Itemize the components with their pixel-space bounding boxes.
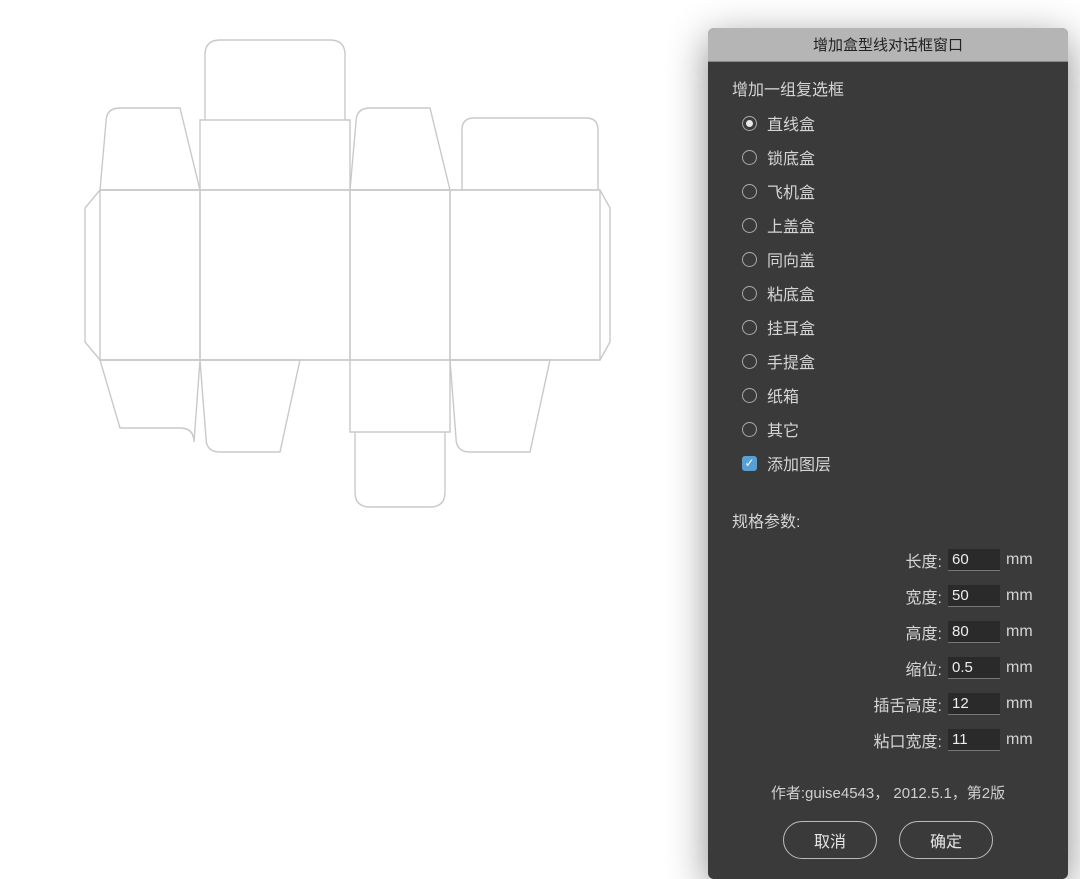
- dialog-buttons: 取消 确定: [732, 821, 1044, 859]
- box-type-option[interactable]: 手提盒: [742, 344, 1044, 378]
- length-input[interactable]: [948, 549, 1000, 571]
- box-type-option[interactable]: 挂耳盒: [742, 310, 1044, 344]
- box-type-option[interactable]: 粘底盒: [742, 276, 1044, 310]
- add-layer-option[interactable]: ✓ 添加图层: [742, 446, 1044, 480]
- box-dieline-svg: [0, 0, 720, 600]
- box-type-option[interactable]: 锁底盒: [742, 140, 1044, 174]
- box-type-label: 上盖盒: [767, 213, 815, 237]
- param-unit: mm: [1006, 587, 1044, 605]
- param-row-height: 高度: mm: [732, 614, 1044, 650]
- radio-icon: [742, 388, 757, 403]
- param-row-width: 宽度: mm: [732, 578, 1044, 614]
- param-row-inset: 缩位: mm: [732, 650, 1044, 686]
- param-label: 插舌高度:: [832, 692, 942, 716]
- radio-icon: [742, 218, 757, 233]
- params-list: 长度: mm 宽度: mm 高度: mm 缩位: mm 插舌高度: mm 粘口宽度: mm: [732, 542, 1044, 758]
- box-type-option[interactable]: 其它: [742, 412, 1044, 446]
- box-type-label: 同向盖: [767, 247, 815, 271]
- ok-button[interactable]: 确定: [899, 821, 993, 859]
- param-label: 宽度:: [832, 584, 942, 608]
- param-unit: mm: [1006, 659, 1044, 677]
- param-unit: mm: [1006, 695, 1044, 713]
- width-input[interactable]: [948, 585, 1000, 607]
- inset-input[interactable]: [948, 657, 1000, 679]
- box-type-option[interactable]: 纸箱: [742, 378, 1044, 412]
- param-row-glue_w: 粘口宽度: mm: [732, 722, 1044, 758]
- box-type-label: 飞机盒: [767, 179, 815, 203]
- checkbox-icon: ✓: [742, 456, 757, 471]
- radio-icon: [742, 150, 757, 165]
- box-type-label: 锁底盒: [767, 145, 815, 169]
- params-section-label: 规格参数:: [732, 508, 1044, 532]
- param-label: 缩位:: [832, 656, 942, 680]
- param-unit: mm: [1006, 731, 1044, 749]
- box-type-list: 直线盒锁底盒飞机盒上盖盒同向盖粘底盒挂耳盒手提盒纸箱其它 ✓ 添加图层: [732, 106, 1044, 480]
- box-type-label: 挂耳盒: [767, 315, 815, 339]
- box-type-label: 纸箱: [767, 383, 799, 407]
- param-row-length: 长度: mm: [732, 542, 1044, 578]
- param-unit: mm: [1006, 551, 1044, 569]
- radio-icon: [742, 422, 757, 437]
- box-type-option[interactable]: 直线盒: [742, 106, 1044, 140]
- cancel-button[interactable]: 取消: [783, 821, 877, 859]
- radio-icon: [742, 252, 757, 267]
- radio-icon: [742, 184, 757, 199]
- radio-icon: [742, 286, 757, 301]
- tongue_h-input[interactable]: [948, 693, 1000, 715]
- radio-icon: [742, 320, 757, 335]
- param-label: 粘口宽度:: [832, 728, 942, 752]
- add-layer-label: 添加图层: [767, 451, 831, 475]
- dialog-body: 增加一组复选框 直线盒锁底盒飞机盒上盖盒同向盖粘底盒挂耳盒手提盒纸箱其它 ✓ 添加图…: [708, 62, 1068, 879]
- box-type-option[interactable]: 飞机盒: [742, 174, 1044, 208]
- param-label: 长度:: [832, 548, 942, 572]
- param-unit: mm: [1006, 623, 1044, 641]
- radio-icon: [742, 116, 757, 131]
- canvas-dieline: [0, 0, 720, 850]
- box-type-label: 直线盒: [767, 111, 815, 135]
- box-type-label: 粘底盒: [767, 281, 815, 305]
- author-line: 作者:guise4543， 2012.5.1，第2版: [732, 782, 1044, 803]
- box-type-group-label: 增加一组复选框: [732, 76, 1044, 100]
- glue_w-input[interactable]: [948, 729, 1000, 751]
- box-type-option[interactable]: 上盖盒: [742, 208, 1044, 242]
- box-type-option[interactable]: 同向盖: [742, 242, 1044, 276]
- box-type-label: 手提盒: [767, 349, 815, 373]
- param-row-tongue_h: 插舌高度: mm: [732, 686, 1044, 722]
- radio-icon: [742, 354, 757, 369]
- param-label: 高度:: [832, 620, 942, 644]
- add-box-dialog: 增加盒型线对话框窗口 增加一组复选框 直线盒锁底盒飞机盒上盖盒同向盖粘底盒挂耳盒…: [708, 28, 1068, 879]
- box-type-label: 其它: [767, 417, 799, 441]
- dialog-title: 增加盒型线对话框窗口: [708, 28, 1068, 62]
- height-input[interactable]: [948, 621, 1000, 643]
